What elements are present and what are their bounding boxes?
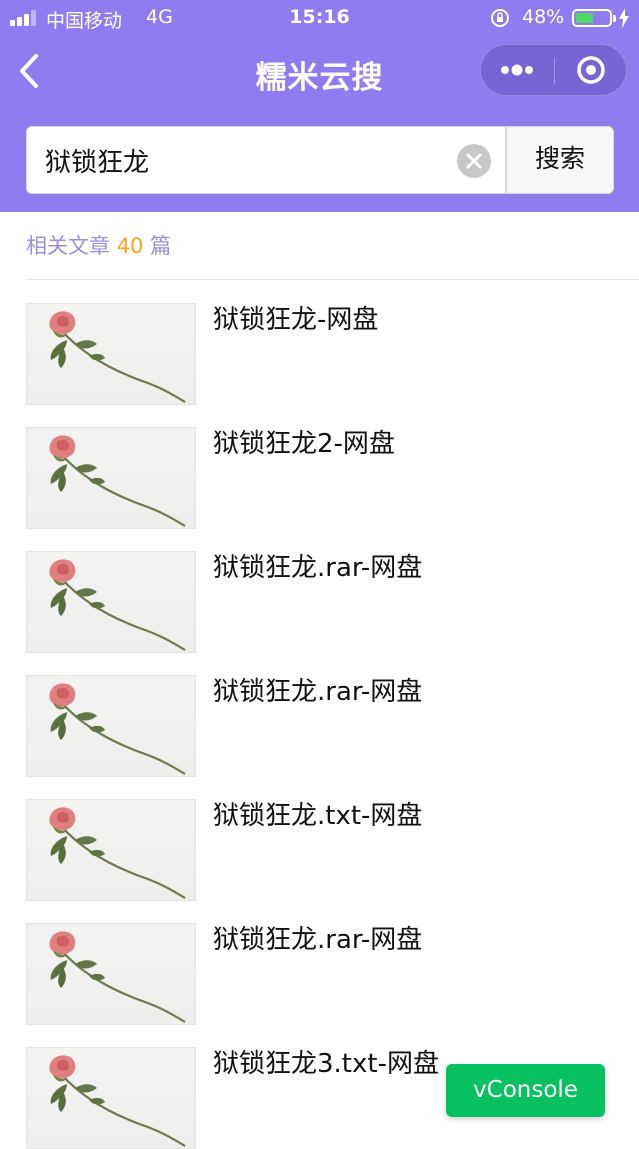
- battery-percent: 48%: [522, 6, 565, 28]
- result-summary-unit: 篇: [150, 234, 172, 258]
- rose-picture: [49, 931, 186, 1023]
- search-input[interactable]: [27, 127, 447, 193]
- charging-bolt-icon: [619, 8, 629, 28]
- result-summary: 相关文章 40 篇: [26, 230, 171, 260]
- rose-picture: [49, 683, 186, 775]
- more-dots-icon: [501, 64, 533, 76]
- search-box: [26, 126, 506, 194]
- rotation-lock-icon: [491, 9, 509, 27]
- nav-bar: 糯米云搜: [0, 36, 639, 106]
- status-bar: 中国移动 4G 15:16 48%: [0, 0, 639, 36]
- result-item[interactable]: 狱锁狂龙.rar-网盘: [0, 675, 639, 777]
- mini-program-capsule: [480, 44, 627, 96]
- vconsole-button[interactable]: vConsole: [446, 1064, 605, 1117]
- result-title: 狱锁狂龙.rar-网盘: [213, 553, 423, 583]
- rose-picture: [49, 559, 186, 651]
- result-item[interactable]: 狱锁狂龙.rar-网盘: [0, 551, 639, 653]
- result-title: 狱锁狂龙2-网盘: [213, 429, 395, 459]
- result-thumbnail: [26, 1047, 196, 1149]
- clear-search-button[interactable]: [457, 144, 491, 178]
- result-thumbnail: [26, 799, 196, 901]
- result-item[interactable]: 狱锁狂龙-网盘: [0, 303, 639, 405]
- result-title: 狱锁狂龙.rar-网盘: [213, 925, 423, 955]
- rose-picture: [49, 311, 186, 403]
- result-title: 狱锁狂龙.rar-网盘: [213, 677, 423, 707]
- close-button[interactable]: [555, 45, 627, 95]
- result-item[interactable]: 狱锁狂龙.rar-网盘: [0, 923, 639, 1025]
- target-circle-icon: [577, 56, 605, 84]
- result-thumbnail: [26, 427, 196, 529]
- result-title: 狱锁狂龙.txt-网盘: [213, 801, 423, 831]
- rose-picture: [49, 435, 186, 527]
- result-item[interactable]: 狱锁狂龙2-网盘: [0, 427, 639, 529]
- more-button[interactable]: [481, 45, 554, 95]
- battery-icon: [572, 9, 616, 27]
- rose-picture: [49, 1055, 186, 1147]
- result-summary-label: 相关文章: [26, 234, 110, 258]
- result-thumbnail: [26, 303, 196, 405]
- clear-x-icon: [466, 153, 482, 169]
- result-item[interactable]: 狱锁狂龙.txt-网盘: [0, 799, 639, 901]
- result-thumbnail: [26, 923, 196, 1025]
- search-button[interactable]: 搜索: [506, 126, 614, 194]
- result-count: 40: [116, 234, 144, 258]
- result-title: 狱锁狂龙3.txt-网盘: [213, 1049, 439, 1079]
- result-thumbnail: [26, 675, 196, 777]
- result-thumbnail: [26, 551, 196, 653]
- rose-picture: [49, 807, 186, 899]
- result-title: 狱锁狂龙-网盘: [213, 305, 379, 335]
- summary-divider: [26, 279, 639, 280]
